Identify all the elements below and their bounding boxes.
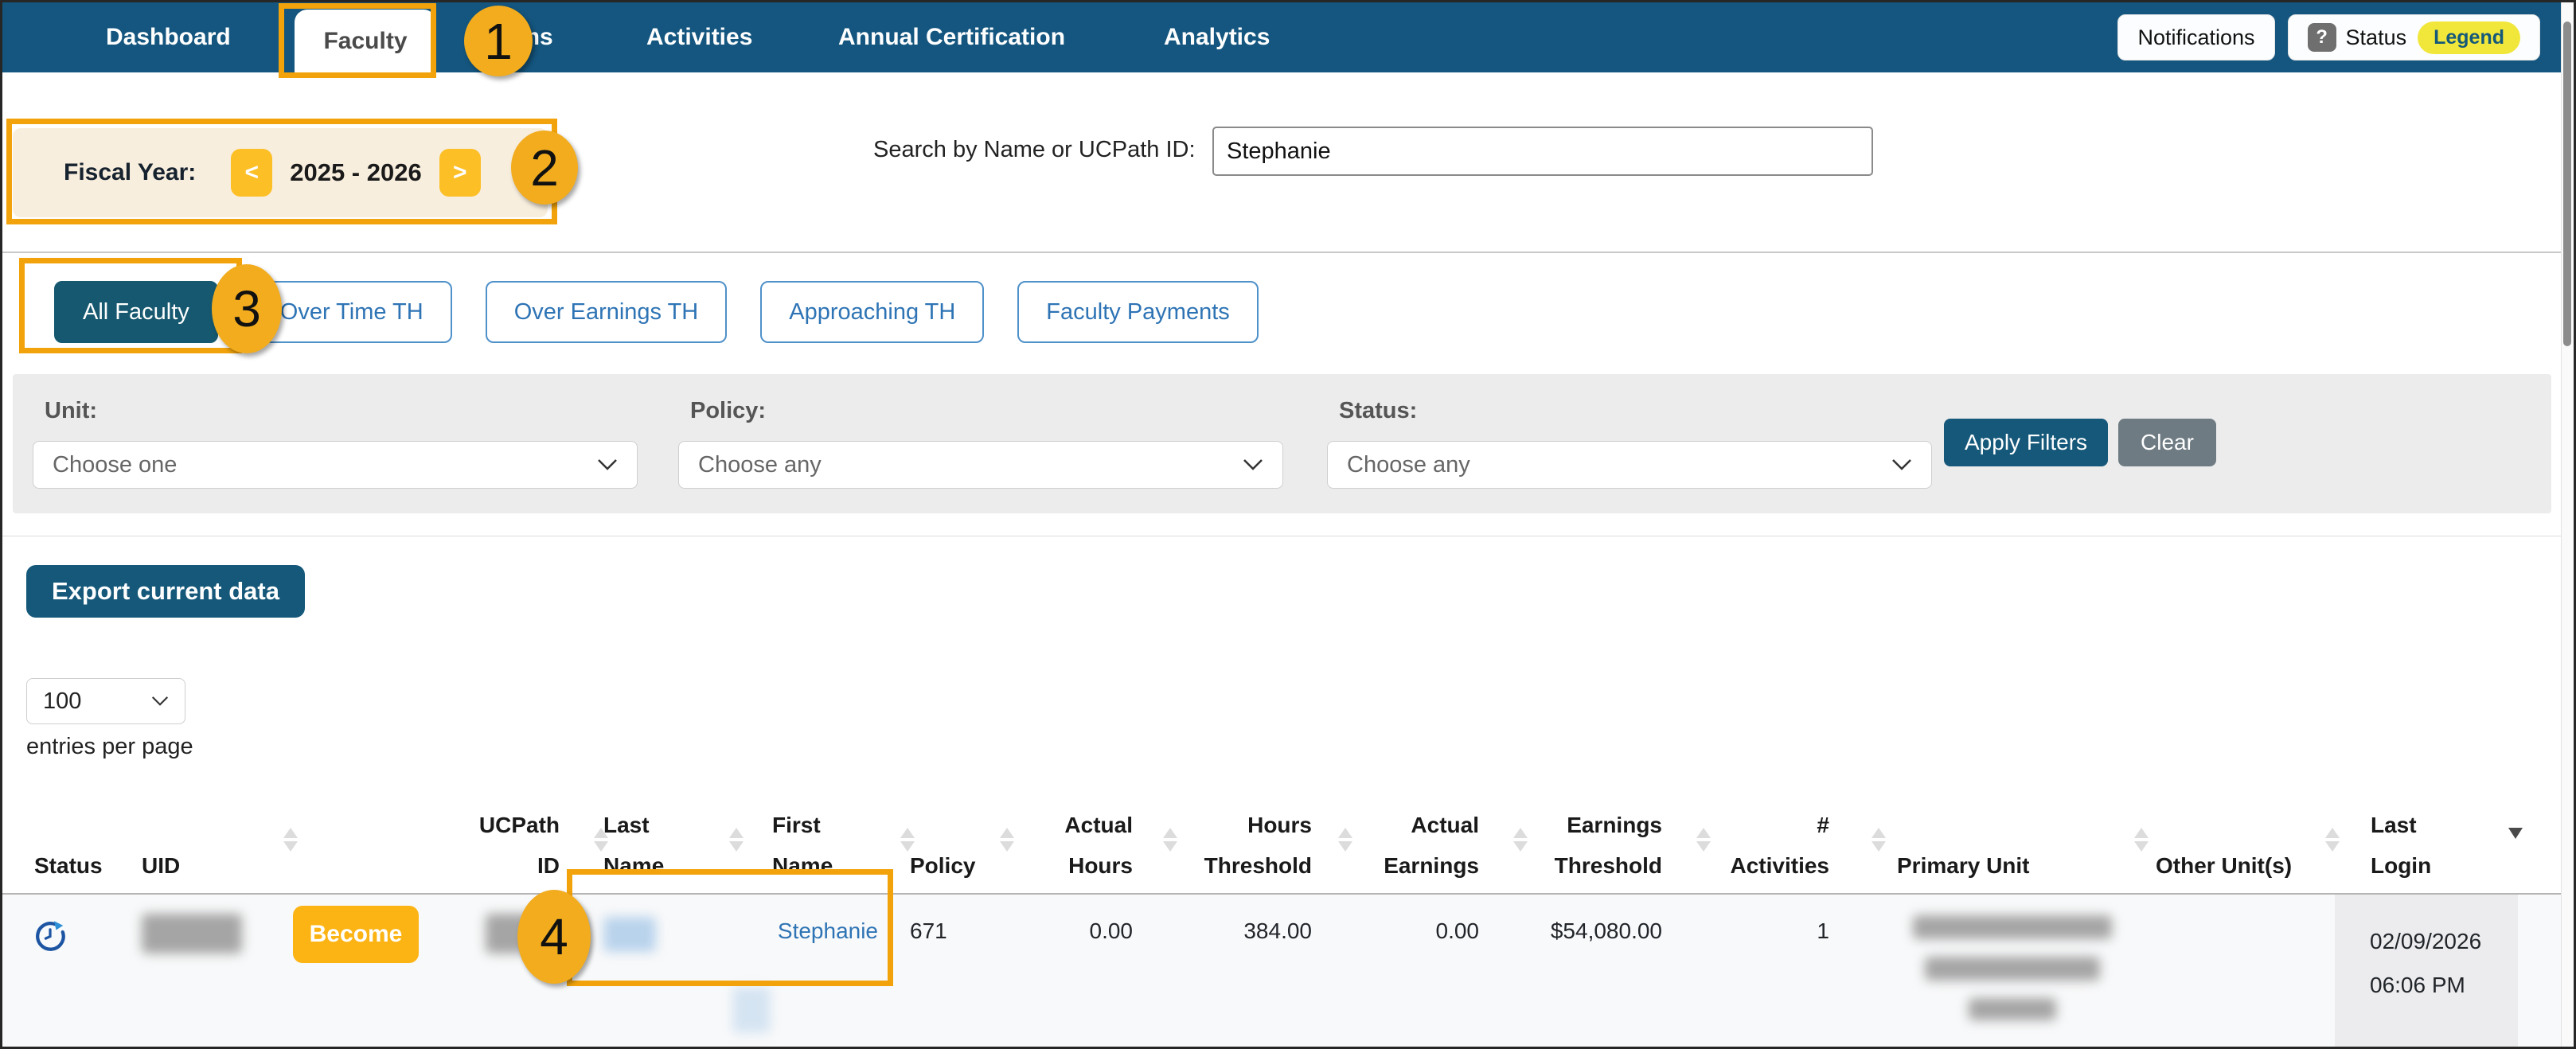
entries-per-page-value: 100	[43, 688, 81, 715]
nav-item-dashboard[interactable]: Dashboard	[106, 2, 231, 72]
tab-faculty-payments[interactable]: Faculty Payments	[1017, 281, 1258, 343]
status-legend-button[interactable]: ? Status Legend	[2288, 14, 2540, 60]
clear-filters-button[interactable]: Clear	[2118, 419, 2216, 466]
cell-earnings-threshold: $54,080.00	[1523, 895, 1706, 1047]
col-header-primary-unit[interactable]: Primary Unit	[1881, 796, 2144, 891]
col-header-become	[293, 796, 440, 891]
cell-last-name	[603, 895, 739, 1047]
divider-top	[2, 252, 2561, 253]
chevron-down-icon	[1891, 458, 1912, 471]
notifications-button[interactable]: Notifications	[2117, 14, 2274, 60]
notifications-label: Notifications	[2137, 25, 2254, 50]
tab-over-earnings-th[interactable]: Over Earnings TH	[486, 281, 728, 343]
chevron-down-icon	[1243, 458, 1263, 471]
nav-item-activities[interactable]: Activities	[646, 2, 752, 72]
redacted-last-name-link[interactable]	[603, 917, 656, 952]
col-header-first-name[interactable]: First Name	[739, 796, 910, 891]
clock-history-status-icon	[34, 920, 66, 952]
entries-per-page-select[interactable]: 100	[26, 678, 185, 724]
col-header-other-units[interactable]: Other Unit(s)	[2144, 796, 2335, 891]
first-name-link[interactable]: Stephanie	[778, 918, 878, 943]
nav-item-analytics[interactable]: Analytics	[1164, 2, 1270, 72]
policy-filter-select[interactable]: Choose any	[678, 441, 1283, 489]
nav-item-forms[interactable]: Forms	[480, 2, 553, 72]
help-icon: ?	[2308, 23, 2336, 52]
cell-become: Become	[293, 895, 440, 1047]
unit-filter-value: Choose one	[53, 452, 177, 478]
nav-item-annual-certification[interactable]: Annual Certification	[838, 2, 1065, 72]
apply-filters-button[interactable]: Apply Filters	[1944, 419, 2108, 466]
cell-status	[34, 895, 142, 1047]
cell-num-activities: 1	[1706, 895, 1881, 1047]
entries-per-page-label: entries per page	[26, 734, 193, 760]
col-header-num-activities[interactable]: # Activities	[1706, 796, 1881, 891]
table-row[interactable]: Become Stephanie 671 0.00 384.00 0.00 $5…	[2, 893, 2561, 1047]
tab-over-time-th[interactable]: Over Time TH	[252, 281, 452, 343]
tab-all-faculty[interactable]: All Faculty	[54, 281, 218, 343]
col-header-ucpath-id[interactable]: UCPath ID	[440, 796, 603, 891]
fiscal-year-label: Fiscal Year:	[64, 159, 196, 186]
redacted-primary-unit-line	[1925, 957, 2100, 981]
redacted-ucpath-id-value	[486, 914, 586, 953]
filter-panel: Unit: Choose one Policy: Choose any Stat…	[13, 374, 2551, 513]
cell-uid	[142, 895, 293, 1047]
last-login-date: 02/09/2026	[2370, 920, 2518, 964]
cell-actual-hours: 0.00	[1009, 895, 1173, 1047]
cell-other-units	[2144, 895, 2335, 1047]
sort-desc-icon[interactable]	[2508, 828, 2523, 839]
nav-item-faculty-active[interactable]: Faculty	[295, 10, 436, 72]
legend-badge: Legend	[2418, 21, 2520, 54]
chevron-down-icon	[597, 458, 618, 471]
become-button[interactable]: Become	[293, 906, 419, 963]
status-filter-select[interactable]: Choose any	[1327, 441, 1932, 489]
policy-filter-value: Choose any	[698, 452, 822, 478]
cell-last-login: 02/09/2026 06:06 PM	[2335, 895, 2518, 1047]
col-header-actual-earnings[interactable]: Actual Earnings	[1348, 796, 1523, 891]
cell-hours-threshold: 384.00	[1173, 895, 1348, 1047]
status-filter-label: Status:	[1339, 398, 1417, 424]
top-navbar: Dashboard Faculty Forms Activities Annua…	[2, 2, 2561, 72]
col-header-last-login[interactable]: Last Login	[2335, 796, 2518, 891]
export-current-data-button[interactable]: Export current data	[26, 565, 305, 618]
redacted-primary-unit-line	[1913, 915, 2112, 939]
vertical-scrollbar[interactable]	[2561, 2, 2574, 1047]
last-login-time: 06:06 PM	[2370, 964, 2518, 1008]
policy-filter-label: Policy:	[690, 398, 766, 424]
cell-actual-earnings: 0.00	[1348, 895, 1523, 1047]
redacted-uid-value	[142, 914, 242, 953]
col-header-uid[interactable]: UID	[142, 796, 293, 891]
table-header: Status UID UCPath ID Last Name First Nam…	[34, 796, 2518, 891]
cell-ucpath-id	[440, 895, 603, 1047]
unit-filter-select[interactable]: Choose one	[33, 441, 638, 489]
fiscal-year-panel: Fiscal Year: < 2025 - 2026 >	[13, 128, 548, 217]
view-tabs-row: All Faculty Over Time TH Over Earnings T…	[54, 281, 1259, 343]
search-label: Search by Name or UCPath ID:	[873, 137, 1196, 163]
search-input[interactable]	[1212, 127, 1873, 176]
col-header-actual-hours[interactable]: Actual Hours	[1009, 796, 1173, 891]
col-header-status[interactable]: Status	[34, 796, 142, 891]
redacted-name-extra	[732, 987, 771, 1033]
cell-policy: 671	[910, 895, 1009, 1047]
scrollbar-thumb[interactable]	[2563, 21, 2571, 346]
cell-primary-unit	[1881, 895, 2144, 1047]
chevron-down-icon	[151, 696, 169, 707]
unit-filter-label: Unit:	[45, 398, 97, 424]
col-header-policy[interactable]: Policy	[910, 796, 1009, 891]
col-header-hours-threshold[interactable]: Hours Threshold	[1173, 796, 1348, 891]
redacted-primary-unit-line	[1969, 998, 2056, 1020]
status-filter-value: Choose any	[1347, 452, 1470, 478]
col-header-last-name[interactable]: Last Name	[603, 796, 739, 891]
status-label: Status	[2346, 25, 2407, 50]
fiscal-year-value: 2025 - 2026	[290, 158, 421, 187]
tab-approaching-th[interactable]: Approaching TH	[760, 281, 984, 343]
fiscal-year-prev-button[interactable]: <	[231, 149, 272, 197]
col-header-earnings-threshold[interactable]: Earnings Threshold	[1523, 796, 1706, 891]
fiscal-year-next-button[interactable]: >	[439, 149, 481, 197]
